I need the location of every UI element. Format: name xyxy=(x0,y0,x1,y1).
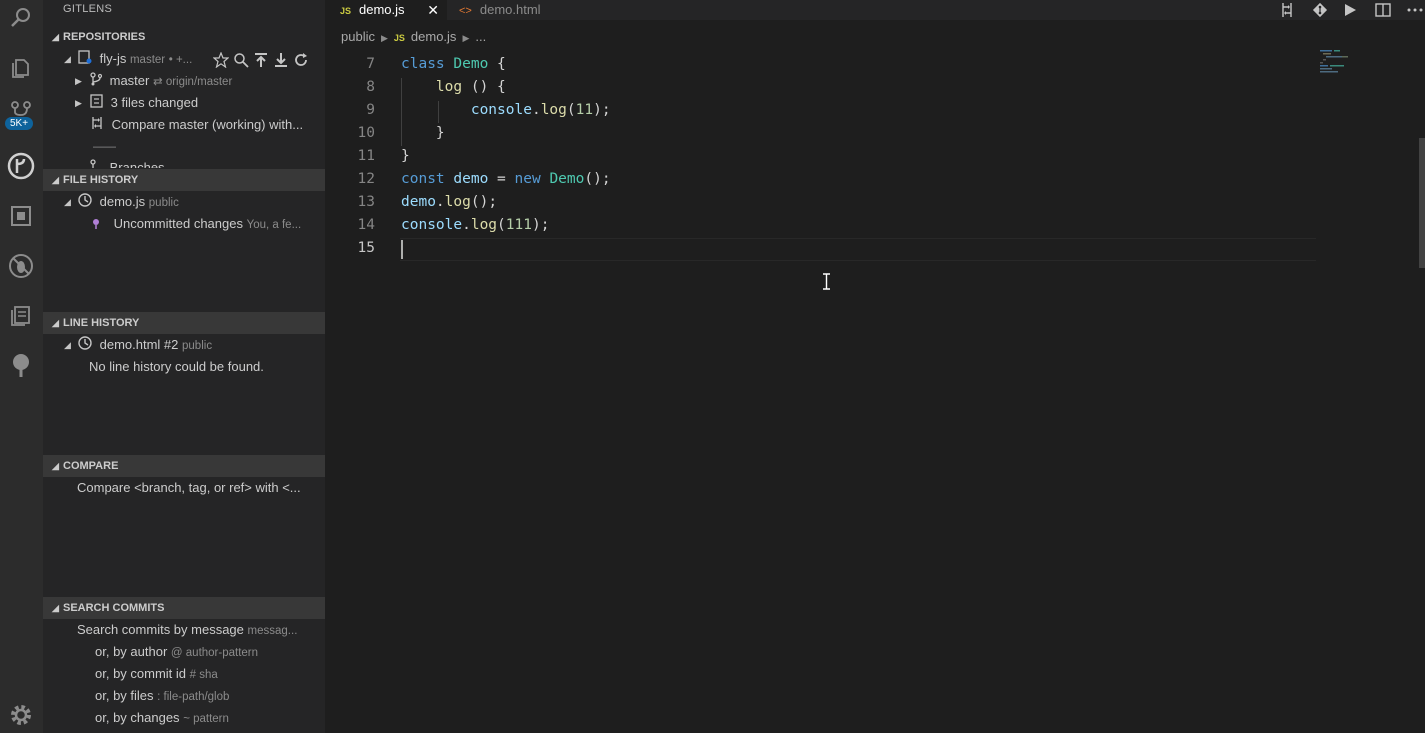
files-changed-item[interactable]: 3 files changed xyxy=(90,92,198,114)
push-icon[interactable] xyxy=(253,52,269,68)
gitlens-icon[interactable] xyxy=(6,151,36,181)
editor-tab-bar: JS demo.js ✕ <> demo.html xyxy=(325,0,1425,20)
text-cursor xyxy=(401,240,403,259)
branches-item[interactable]: Branches xyxy=(90,157,165,168)
gitlens-sidebar: GITLENS ◢ REPOSITORIES ◢ fly-js master •… xyxy=(43,0,325,733)
line-number: 7 xyxy=(366,56,375,72)
collapse-arrow-icon: ◢ xyxy=(52,461,59,471)
breadcrumb: public ▶ JS demo.js ▶... xyxy=(341,29,486,44)
run-icon[interactable] xyxy=(1340,1,1360,19)
repo-toolbar xyxy=(213,51,323,69)
git-icon[interactable] xyxy=(1310,1,1330,19)
branch-icon xyxy=(90,71,103,93)
line-number: 14 xyxy=(357,217,375,233)
code-line: log () { xyxy=(435,79,506,95)
expand-arrow-icon[interactable]: ◢ xyxy=(64,197,71,208)
line-number: 11 xyxy=(357,148,375,164)
file-history-section-header[interactable]: ◢ FILE HISTORY xyxy=(43,169,325,191)
search-icon[interactable] xyxy=(6,2,36,32)
settings-gear-icon[interactable] xyxy=(6,700,36,730)
code-line: console.log(11); xyxy=(470,102,611,118)
search-commits-section-header[interactable]: ◢ SEARCH COMMITS xyxy=(43,597,325,619)
ibeam-cursor-icon xyxy=(823,273,830,290)
js-file-icon: JS xyxy=(340,6,352,16)
search-by-commit-item[interactable]: or, by commit id # sha xyxy=(95,663,218,685)
line-number: 10 xyxy=(357,125,375,141)
compare-icon xyxy=(90,115,104,137)
line-number: 12 xyxy=(357,171,375,187)
line-number: 9 xyxy=(366,102,375,118)
search-by-message-item[interactable]: Search commits by message messag... xyxy=(77,619,297,641)
explorer-icon[interactable] xyxy=(6,52,36,82)
search-icon[interactable] xyxy=(233,52,249,68)
line-history-empty-message: No line history could be found. xyxy=(89,359,264,374)
line-number: 13 xyxy=(357,194,375,210)
breadcrumb-more[interactable]: ... xyxy=(475,29,486,44)
code-line: class Demo { xyxy=(401,56,506,72)
expand-arrow-icon[interactable]: ◢ xyxy=(64,54,71,65)
extensions-icon[interactable] xyxy=(6,201,36,231)
line-number: 8 xyxy=(366,79,375,95)
collapse-arrow-icon: ◢ xyxy=(52,603,59,613)
minimap[interactable] xyxy=(1318,48,1352,76)
breadcrumb-folder[interactable]: public xyxy=(341,29,375,44)
expand-arrow-icon[interactable]: ◢ xyxy=(64,340,71,351)
code-line: } xyxy=(401,148,410,164)
search-by-changes-item[interactable]: or, by changes ~ pattern xyxy=(95,707,229,729)
pull-icon[interactable] xyxy=(273,52,289,68)
expand-arrow-icon[interactable]: ▶ xyxy=(75,76,82,87)
branch-icon xyxy=(90,158,102,168)
vertical-scrollbar[interactable] xyxy=(1419,138,1425,268)
search-by-files-item[interactable]: or, by files : file-path/glob xyxy=(95,685,229,707)
collapse-arrow-icon: ◢ xyxy=(52,175,59,185)
open-changes-icon[interactable] xyxy=(1277,1,1297,19)
file-diff-icon xyxy=(90,93,103,115)
sidebar-title: GITLENS xyxy=(63,3,113,15)
collapse-arrow-icon: ◢ xyxy=(52,32,59,42)
current-line-highlight xyxy=(400,238,1316,261)
line-number: 15 xyxy=(357,240,375,256)
commit-dot-icon xyxy=(90,214,102,236)
history-icon xyxy=(78,335,92,357)
remote-explorer-icon[interactable] xyxy=(6,301,36,331)
file-history-file[interactable]: demo.js public xyxy=(78,191,179,213)
close-icon[interactable]: ✕ xyxy=(427,0,439,20)
uncommitted-changes-item[interactable]: Uncommitted changes You, a fe... xyxy=(90,213,301,235)
js-file-icon: JS xyxy=(393,33,405,43)
compare-item[interactable]: Compare <branch, tag, or ref> with <... xyxy=(77,477,301,499)
repo-icon xyxy=(78,49,92,71)
tree-icon[interactable] xyxy=(6,351,36,381)
line-history-section-header[interactable]: ◢ LINE HISTORY xyxy=(43,312,325,334)
chevron-right-icon: ▶ xyxy=(380,33,388,43)
star-icon[interactable] xyxy=(213,52,229,68)
compare-section-header[interactable]: ◢ COMPARE xyxy=(43,455,325,477)
line-history-file[interactable]: demo.html #2 public xyxy=(78,334,212,356)
debug-icon[interactable] xyxy=(6,251,36,281)
split-editor-icon[interactable] xyxy=(1373,1,1393,19)
code-line: const demo = new Demo(); xyxy=(401,171,611,187)
code-line: console.log(111); xyxy=(401,217,550,233)
more-actions-icon[interactable] xyxy=(1405,1,1425,19)
history-icon xyxy=(78,192,92,214)
tab-demo-html[interactable]: <> demo.html xyxy=(447,0,569,20)
source-control-badge: 5K+ xyxy=(5,117,34,130)
code-line: demo.log(); xyxy=(401,194,498,210)
breadcrumb-file[interactable]: demo.js xyxy=(411,29,457,44)
activity-bar: 5K+ xyxy=(0,0,43,733)
repo-item[interactable]: fly-js master • +... xyxy=(78,48,192,70)
chevron-right-icon: ▶ xyxy=(462,33,470,43)
code-line: } xyxy=(401,125,445,141)
tab-demo-js[interactable]: JS demo.js ✕ xyxy=(325,0,447,20)
expand-arrow-icon[interactable]: ▶ xyxy=(75,98,82,109)
separator: —— xyxy=(93,141,116,153)
html-file-icon: <> xyxy=(459,5,472,17)
refresh-icon[interactable] xyxy=(293,52,309,68)
repositories-section-header[interactable]: ◢ REPOSITORIES xyxy=(43,26,325,48)
collapse-arrow-icon: ◢ xyxy=(52,318,59,328)
compare-working-item[interactable]: Compare master (working) with... xyxy=(90,114,303,136)
branch-item[interactable]: master ⇄ origin/master xyxy=(90,70,232,92)
search-by-author-item[interactable]: or, by author @ author-pattern xyxy=(95,641,258,663)
